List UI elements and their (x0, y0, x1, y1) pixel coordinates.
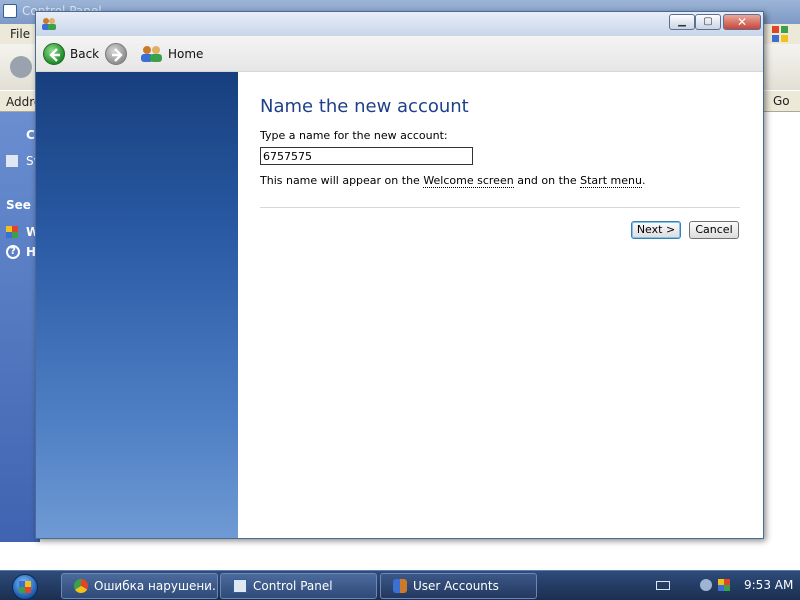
forward-arrow-icon (112, 48, 123, 62)
users-home-icon (141, 46, 162, 62)
back-button[interactable]: Back (43, 43, 100, 65)
page-title: Name the new account (260, 96, 469, 117)
main-content: Name the new account Type a name for the… (238, 72, 763, 538)
left-pane (36, 72, 238, 538)
minimize-button[interactable]: ▁ (669, 14, 695, 30)
navigation-bar: Back Home (36, 36, 763, 72)
help-icon: ? (6, 245, 20, 259)
welcome-screen-link[interactable]: Welcome screen (423, 174, 514, 188)
maximize-button[interactable]: ▢ (695, 14, 721, 30)
taskbar-item-label: Ошибка нарушени... (94, 579, 218, 593)
taskbar: Ошибка нарушени... Control Panel User Ac… (0, 570, 800, 600)
account-name-input[interactable] (260, 147, 473, 165)
windows-update-icon (6, 226, 18, 238)
back-arrow-icon (43, 43, 65, 65)
forward-button[interactable] (105, 43, 127, 65)
windows-logo-icon (772, 26, 788, 42)
control-panel-back-icon[interactable] (10, 56, 32, 78)
action-center-icon[interactable] (718, 579, 730, 591)
taskbar-item-label: Control Panel (253, 579, 333, 593)
close-button[interactable]: ✕ (723, 14, 761, 30)
home-button[interactable]: Home (140, 43, 210, 65)
windows-flag-icon (19, 581, 31, 593)
clock[interactable]: 9:53 AM (744, 578, 793, 592)
control-panel-icon (233, 579, 247, 593)
user-accounts-titlebar[interactable]: ▁ ▢ ✕ (36, 12, 763, 36)
go-label: Go (773, 94, 790, 108)
taskbar-item-user-accounts[interactable]: User Accounts (380, 573, 537, 599)
name-prompt-label: Type a name for the new account: (260, 129, 448, 142)
menu-file[interactable]: File (10, 27, 30, 41)
info-middle: and on the (513, 174, 581, 187)
go-button[interactable]: Go (766, 92, 800, 110)
info-prefix: This name will appear on the (260, 174, 424, 187)
network-icon[interactable] (700, 579, 712, 591)
switch-view-icon (6, 155, 18, 167)
home-label: Home (168, 47, 204, 61)
control-panel-sidebar (0, 112, 40, 542)
divider (260, 207, 740, 208)
control-panel-content (174, 540, 800, 570)
user-accounts-icon (42, 18, 56, 30)
user-accounts-icon (393, 579, 407, 593)
start-menu-link[interactable]: Start menu (580, 174, 642, 188)
back-label: Back (70, 47, 100, 61)
cancel-button[interactable]: Cancel (689, 221, 739, 239)
user-accounts-window: ▁ ▢ ✕ Back Home Name the new account Typ… (35, 11, 764, 539)
keyboard-icon[interactable] (656, 581, 670, 590)
taskbar-item-browser[interactable]: Ошибка нарушени... (61, 573, 218, 599)
taskbar-item-control-panel[interactable]: Control Panel (220, 573, 377, 599)
taskbar-item-label: User Accounts (413, 579, 499, 593)
info-text: This name will appear on the Welcome scr… (260, 174, 646, 188)
control-panel-icon (3, 4, 17, 18)
info-suffix: . (641, 174, 646, 187)
chrome-icon (74, 579, 88, 593)
next-button[interactable]: Next > (631, 221, 681, 239)
